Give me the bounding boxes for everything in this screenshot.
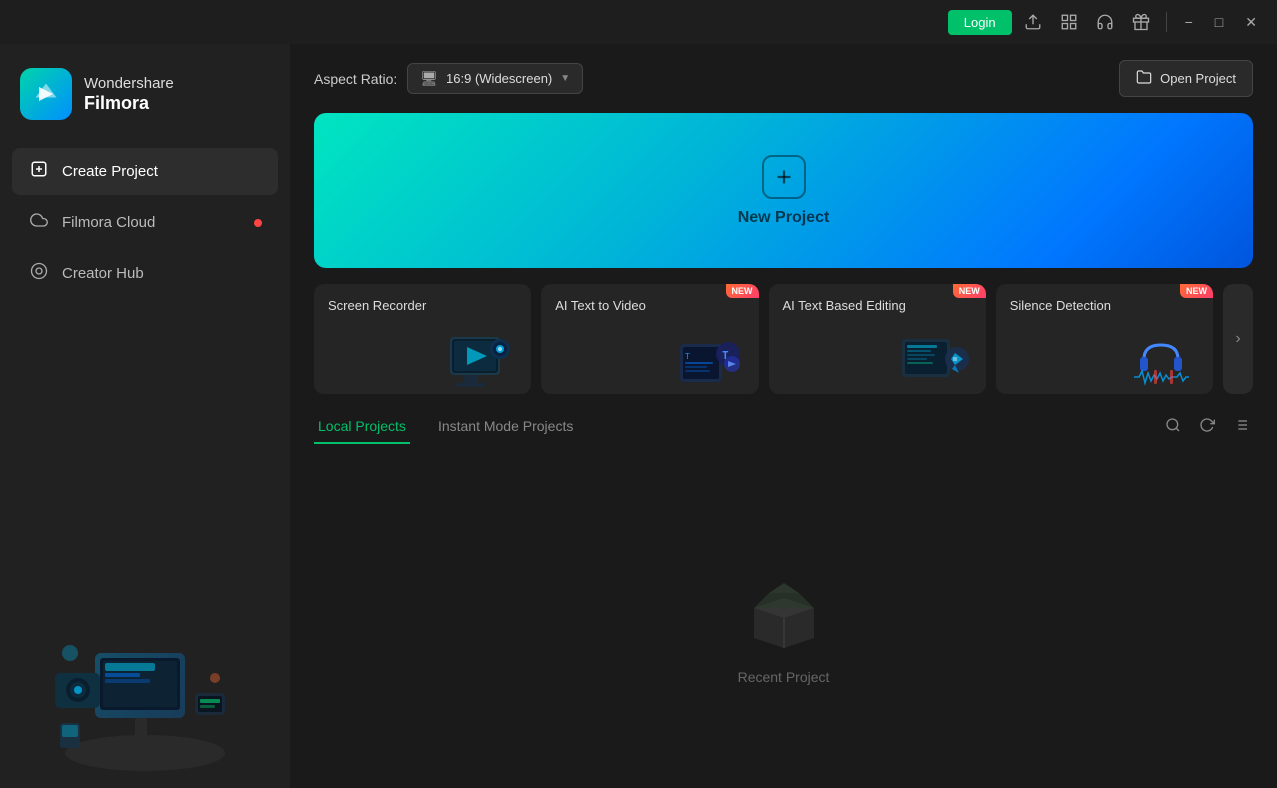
layout-icon-button[interactable] — [1054, 9, 1084, 35]
new-badge-ai-text-video: NEW — [726, 284, 759, 298]
projects-section: Local Projects Instant Mode Projects — [290, 410, 1277, 788]
notification-dot — [254, 219, 262, 227]
sidebar: Wondershare Filmora Create Project — [0, 44, 290, 788]
create-project-label: Create Project — [62, 163, 158, 180]
view-toggle-button[interactable] — [1229, 413, 1253, 442]
feature-card-screen-recorder[interactable]: Screen Recorder — [314, 284, 531, 394]
empty-state-label: Recent Project — [738, 669, 830, 685]
feature-card-ai-text-video[interactable]: NEW AI Text to Video T T — [541, 284, 758, 394]
feature-cards-row: Screen Recorder — [290, 268, 1277, 410]
new-project-label: New Project — [738, 209, 830, 227]
creator-hub-label: Creator Hub — [62, 265, 144, 282]
new-badge-silence-detection: NEW — [1180, 284, 1213, 298]
tab-instant-mode[interactable]: Instant Mode Projects — [434, 410, 577, 444]
ai-text-video-image: T T — [555, 323, 744, 394]
projects-tabs-bar: Local Projects Instant Mode Projects — [314, 410, 1253, 444]
search-button[interactable] — [1161, 413, 1185, 442]
new-project-icon — [762, 155, 806, 199]
ai-text-editing-label: AI Text Based Editing — [783, 298, 972, 315]
dropdown-arrow-icon: ▼ — [560, 73, 570, 84]
creator-hub-icon — [28, 262, 50, 285]
monitor-icon: 🖥 — [420, 70, 438, 87]
chevron-right-icon: › — [1235, 330, 1240, 348]
gift-icon-button[interactable] — [1126, 9, 1156, 35]
create-project-icon — [28, 160, 50, 183]
tabs-actions — [1161, 413, 1253, 442]
feature-card-ai-text-editing[interactable]: NEW AI Text Based Editing — [769, 284, 986, 394]
svg-text:T: T — [685, 352, 690, 361]
main-layout: Wondershare Filmora Create Project — [0, 44, 1277, 788]
title-separator — [1166, 12, 1167, 32]
product-name: Filmora — [84, 93, 174, 114]
folder-icon — [1136, 69, 1152, 88]
maximize-button[interactable]: □ — [1207, 10, 1231, 34]
filmora-cloud-icon — [28, 211, 50, 234]
minimize-button[interactable]: − — [1177, 10, 1201, 34]
filmora-cloud-label: Filmora Cloud — [62, 214, 155, 231]
aspect-ratio-dropdown[interactable]: 🖥 16:9 (Widescreen) ▼ — [407, 63, 583, 94]
ai-text-editing-image — [783, 323, 972, 394]
headset-icon-button[interactable] — [1090, 9, 1120, 35]
screen-recorder-label: Screen Recorder — [328, 298, 517, 315]
logo-icon — [20, 68, 72, 120]
sidebar-illustration — [0, 297, 290, 788]
feature-card-silence-detection[interactable]: NEW Silence Detection — [996, 284, 1213, 394]
aspect-ratio-selector: Aspect Ratio: 🖥 16:9 (Widescreen) ▼ — [314, 63, 583, 94]
app-logo: Wondershare Filmora — [0, 44, 290, 148]
aspect-ratio-value: 16:9 (Widescreen) — [446, 71, 552, 86]
empty-box-icon — [734, 563, 834, 653]
upload-icon-button[interactable] — [1018, 9, 1048, 35]
content-area: Aspect Ratio: 🖥 16:9 (Widescreen) ▼ Open… — [290, 44, 1277, 788]
open-project-button[interactable]: Open Project — [1119, 60, 1253, 97]
more-cards-button[interactable]: › — [1223, 284, 1253, 394]
new-project-banner[interactable]: New Project — [314, 113, 1253, 268]
refresh-button[interactable] — [1195, 413, 1219, 442]
brand-name: Wondershare — [84, 75, 174, 93]
silence-detection-image — [1010, 323, 1199, 394]
screen-recorder-image — [328, 323, 517, 394]
new-badge-ai-text-editing: NEW — [953, 284, 986, 298]
title-bar: Login — [0, 0, 1277, 44]
close-button[interactable]: ✕ — [1237, 10, 1265, 35]
top-bar: Aspect Ratio: 🖥 16:9 (Widescreen) ▼ Open… — [290, 44, 1277, 113]
logo-text: Wondershare Filmora — [84, 75, 174, 114]
login-button[interactable]: Login — [948, 10, 1012, 35]
aspect-ratio-label: Aspect Ratio: — [314, 71, 397, 87]
title-bar-actions: Login — [948, 9, 1265, 35]
ai-text-video-label: AI Text to Video — [555, 298, 744, 315]
tabs-list: Local Projects Instant Mode Projects — [314, 410, 601, 444]
sidebar-navigation: Create Project Filmora Cloud — [0, 148, 290, 297]
sidebar-item-create-project[interactable]: Create Project — [12, 148, 278, 195]
open-project-label: Open Project — [1160, 71, 1236, 86]
silence-detection-label: Silence Detection — [1010, 298, 1199, 315]
sidebar-item-creator-hub[interactable]: Creator Hub — [12, 250, 278, 297]
tab-local-projects[interactable]: Local Projects — [314, 410, 410, 444]
sidebar-item-filmora-cloud[interactable]: Filmora Cloud — [12, 199, 278, 246]
empty-state: Recent Project — [314, 460, 1253, 788]
